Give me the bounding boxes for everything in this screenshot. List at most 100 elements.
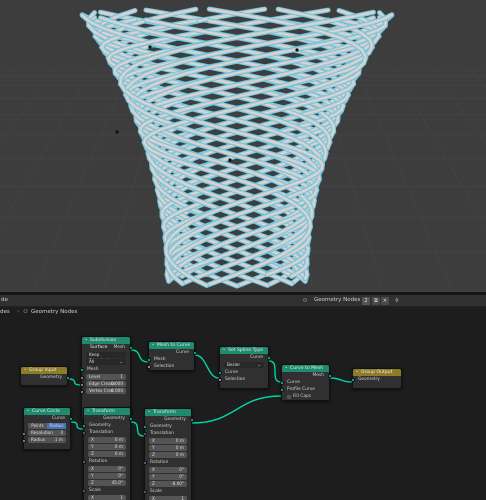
curve-socket[interactable] bbox=[68, 416, 73, 421]
geometry-socket[interactable] bbox=[189, 417, 194, 422]
mesh-socket[interactable] bbox=[128, 345, 133, 350]
node-link[interactable] bbox=[194, 354, 220, 379]
object-origin[interactable] bbox=[148, 45, 152, 49]
translation-y-field[interactable]: Y 0 m bbox=[149, 445, 187, 451]
3d-viewport[interactable] bbox=[0, 0, 486, 292]
level-field[interactable]: Level 1 bbox=[79, 374, 126, 380]
fill-caps-checkbox[interactable] bbox=[287, 394, 291, 399]
spline-type-dropdown[interactable]: Bezier ⌄ bbox=[224, 362, 264, 368]
scale-x-field[interactable]: X1 bbox=[88, 495, 126, 500]
object-origin[interactable] bbox=[115, 130, 119, 134]
mesh-socket[interactable] bbox=[327, 373, 332, 378]
translation-y-field[interactable]: Y 0 m bbox=[88, 444, 126, 450]
geometry-socket[interactable] bbox=[142, 424, 147, 429]
mode-points-button[interactable]: Points bbox=[28, 423, 47, 429]
node-link[interactable] bbox=[329, 377, 353, 383]
node-link[interactable] bbox=[130, 349, 149, 363]
radius-field[interactable]: Radius 1 m bbox=[21, 437, 66, 443]
resolution-field[interactable]: Resolution 4 bbox=[21, 430, 66, 436]
copy-icon[interactable]: ⧉ bbox=[372, 297, 380, 305]
node-tree-icon[interactable]: ⚇ bbox=[300, 297, 310, 305]
node-link[interactable] bbox=[268, 360, 282, 383]
fill-caps-row[interactable]: Fill Caps bbox=[282, 393, 329, 400]
mode-radius-button[interactable]: Radius bbox=[47, 423, 66, 429]
rotation-z-field[interactable]: Z -8.00° bbox=[149, 481, 187, 487]
transform-node-1[interactable]: Transform Geometry Geometry Translation … bbox=[81, 407, 133, 500]
checkbox-label: Fill Caps bbox=[293, 394, 312, 399]
mesh-socket[interactable] bbox=[79, 367, 84, 372]
curve-circle-node[interactable]: Curve Circle Curve PointsRadius Resoluti… bbox=[21, 407, 73, 450]
axis-label: Y bbox=[152, 474, 155, 479]
close-icon[interactable]: ✕ bbox=[381, 297, 389, 305]
geometry-socket[interactable] bbox=[350, 377, 355, 382]
breadcrumb-tree: Geometry Nodes bbox=[31, 309, 78, 315]
curve-socket[interactable] bbox=[192, 350, 197, 355]
node-link[interactable] bbox=[191, 395, 282, 424]
int-socket[interactable] bbox=[79, 375, 84, 380]
int-socket[interactable] bbox=[21, 431, 26, 436]
node-editor-header: de ⚇ Geometry Nodes 2 ⧉ ✕ ⚲ bbox=[0, 295, 486, 307]
rotation-x-field[interactable]: X 0° bbox=[149, 467, 187, 473]
user-count[interactable]: 2 bbox=[362, 297, 370, 305]
pin-icon[interactable]: ⚲ bbox=[393, 297, 401, 305]
curve-socket[interactable] bbox=[266, 355, 271, 360]
mesh-socket[interactable] bbox=[146, 357, 151, 362]
vector-socket[interactable] bbox=[81, 459, 86, 464]
group-input-node[interactable]: Group Input Geometry bbox=[20, 366, 70, 386]
selection-socket[interactable] bbox=[146, 364, 151, 369]
node-editor-canvas[interactable]: Group Input Geometry Subdivision Surface… bbox=[0, 319, 486, 500]
float-socket[interactable] bbox=[79, 382, 84, 387]
set-spline-type-node[interactable]: Set Spline Type Curve Bezier ⌄ Curve Sele… bbox=[217, 346, 271, 389]
translation-z-field[interactable]: Z 0 m bbox=[149, 452, 187, 458]
vector-socket[interactable] bbox=[81, 488, 86, 493]
rotation-y-field[interactable]: Y 0° bbox=[149, 474, 187, 480]
chevron-right-icon: › bbox=[17, 309, 20, 315]
vector-socket[interactable] bbox=[142, 431, 147, 436]
input-socket-row: Mesh bbox=[79, 366, 130, 373]
curve-socket[interactable] bbox=[279, 380, 284, 385]
edge-crease-field[interactable]: Edge Crease 0.000 bbox=[79, 381, 126, 387]
translation-z-field[interactable]: Z 0 m bbox=[88, 451, 126, 457]
vector-socket[interactable] bbox=[142, 460, 147, 465]
mesh-to-curve-node[interactable]: Mesh to Curve Curve Mesh Selection bbox=[146, 341, 197, 371]
node-tree-name[interactable]: Geometry Nodes bbox=[314, 297, 360, 303]
field-value: 0° bbox=[118, 473, 123, 478]
curve-to-mesh-node[interactable]: Curve to Mesh Mesh Curve Profile Curve F… bbox=[279, 364, 332, 401]
float-socket[interactable] bbox=[21, 438, 26, 443]
net-strands bbox=[79, 6, 395, 289]
group-output-node[interactable]: Group Output Geometry bbox=[350, 368, 402, 389]
rotation-z-field[interactable]: Z 45.0° bbox=[88, 480, 126, 486]
profile-curve-socket[interactable] bbox=[279, 387, 284, 392]
vector-socket[interactable] bbox=[142, 489, 147, 494]
field-value: 0 m bbox=[175, 445, 184, 450]
object-origin[interactable] bbox=[295, 48, 299, 52]
curve-socket[interactable] bbox=[217, 370, 222, 375]
chevron-down-icon: ⌄ bbox=[119, 359, 123, 364]
geometry-socket[interactable] bbox=[128, 416, 133, 421]
object-origin[interactable] bbox=[228, 158, 232, 162]
axis-label: X bbox=[91, 466, 94, 471]
rotation-y-field[interactable]: Y 0° bbox=[88, 473, 126, 479]
socket-label: Geometry bbox=[40, 375, 62, 380]
editor-type-label[interactable]: de bbox=[1, 297, 8, 303]
vertex-crease-field[interactable]: Vertex Crea 0.000 bbox=[79, 388, 126, 394]
geometry-socket[interactable] bbox=[81, 423, 86, 428]
uv-smooth-dropdown[interactable]: All ⌄ bbox=[86, 359, 126, 365]
field-label: Resolution bbox=[31, 430, 53, 435]
rotation-x-field[interactable]: X 0° bbox=[88, 466, 126, 472]
boundary-dropdown[interactable]: Keep Boundaries⌄ bbox=[86, 352, 126, 363]
transform-node-2[interactable]: Transform Geometry Geometry Translation … bbox=[142, 408, 194, 500]
scale-x-field[interactable]: X1 bbox=[149, 496, 187, 500]
translation-x-field[interactable]: X 0 m bbox=[149, 438, 187, 444]
vector-socket[interactable] bbox=[81, 430, 86, 435]
mode-toggle[interactable]: Points Radius bbox=[28, 423, 66, 429]
socket-label: Mesh bbox=[154, 357, 166, 362]
selection-socket[interactable] bbox=[217, 377, 222, 382]
field-value: 1 bbox=[181, 496, 184, 500]
geometry-socket[interactable] bbox=[65, 375, 70, 380]
field-value: -8.00° bbox=[171, 481, 184, 486]
float-socket[interactable] bbox=[79, 389, 84, 394]
translation-x-field[interactable]: X 0 m bbox=[88, 437, 126, 443]
axis-label: Y bbox=[152, 445, 155, 450]
node-title: Group Output bbox=[353, 368, 401, 376]
